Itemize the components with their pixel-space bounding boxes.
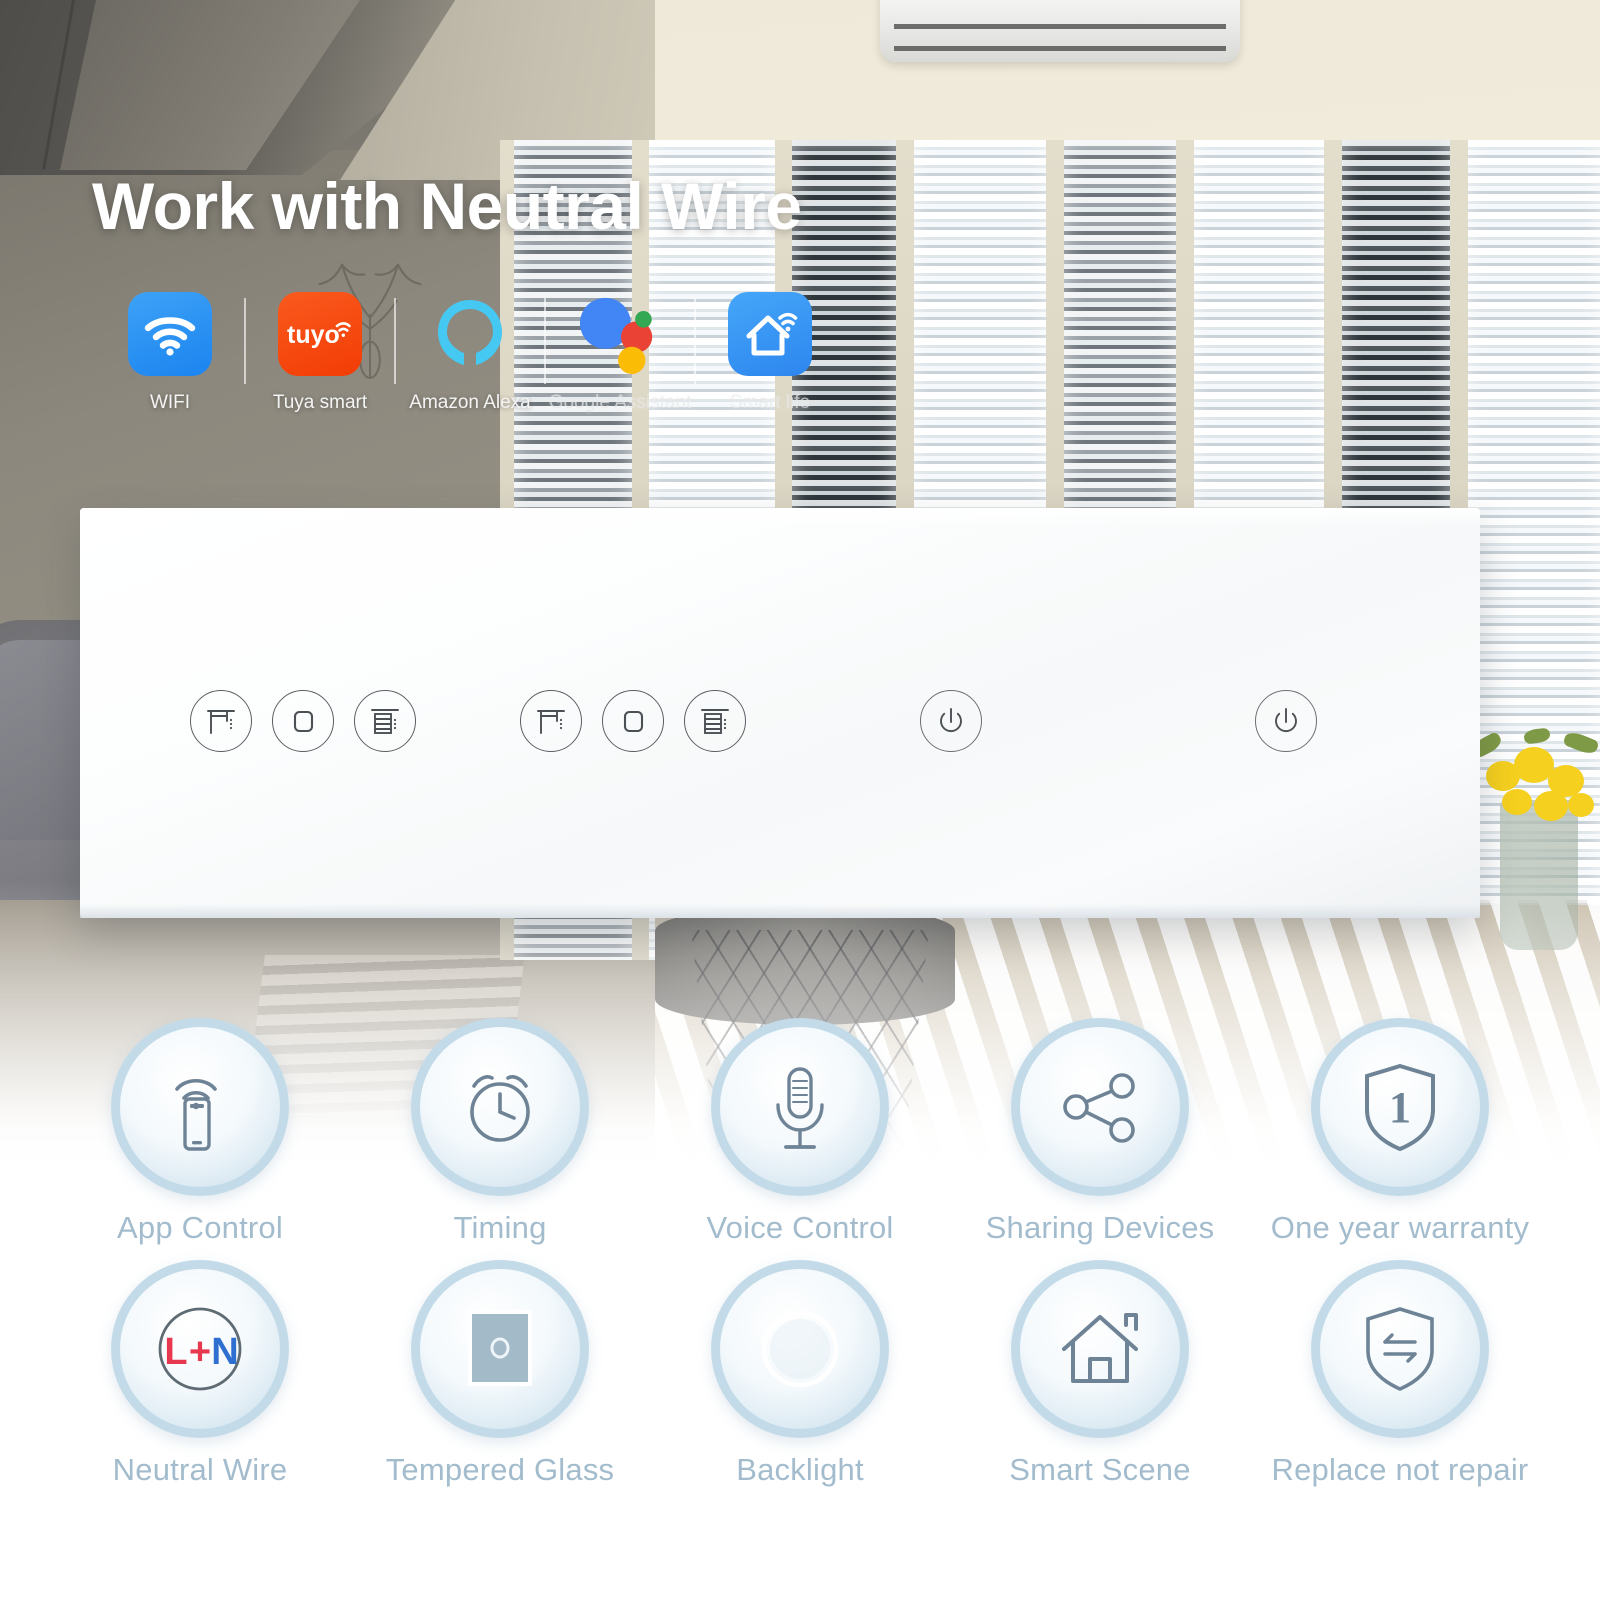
yellow-flowers (1468, 727, 1600, 840)
feature-row-1: App Control Timing Voice Control Sharing… (0, 1018, 1600, 1246)
plus-sign: + (189, 1331, 211, 1373)
shield-one-icon: 1 (1311, 1018, 1489, 1196)
feature-neutral-wire: L + N Neutral Wire (50, 1260, 350, 1488)
badge-label: Google Assistant (548, 392, 692, 413)
curtain-stop-icon[interactable] (272, 690, 334, 752)
badge-label: Amazon Alexa (409, 392, 531, 413)
live-letter: L (164, 1331, 187, 1373)
feature-backlight: Backlight (650, 1260, 950, 1488)
feature-timing: Timing (350, 1018, 650, 1246)
curtain-close-icon[interactable] (354, 690, 416, 752)
feature-label: Voice Control (706, 1210, 894, 1245)
feature-grid: App Control Timing Voice Control Sharing… (0, 1018, 1600, 1488)
feature-smart-scene: Smart Scene (950, 1260, 1250, 1488)
glass-panel-icon (411, 1260, 589, 1438)
feature-tempered-glass: Tempered Glass (350, 1260, 650, 1488)
feature-label: Sharing Devices (985, 1210, 1215, 1245)
badge-label: Smart life (729, 392, 811, 413)
alexa-ring-icon (438, 300, 502, 365)
wifi-icon-wrap (128, 292, 212, 376)
power-icon[interactable] (1255, 690, 1317, 752)
feature-label: Timing (453, 1210, 547, 1245)
feature-label: Neutral Wire (112, 1452, 288, 1487)
badge-wifi: WIFI (96, 292, 244, 414)
alexa-ring-icon-wrap (428, 292, 512, 376)
feature-label: App Control (117, 1210, 283, 1245)
tuya-logo-icon: tuyo (278, 292, 362, 376)
google-assistant-dots-icon (579, 297, 653, 375)
feature-voice-control: Voice Control (650, 1018, 950, 1246)
l-plus-n-icon: L + N (111, 1260, 289, 1438)
product-marketing-image: Work with Neutral Wire WIFI tuyo Tuya sm… (0, 0, 1600, 1600)
phone-signal-icon (111, 1018, 289, 1196)
backlight-ring-icon (711, 1260, 889, 1438)
compatibility-badges: WIFI tuyo Tuya smart Amazon Alexa Google… (96, 292, 844, 414)
badge-google-assistant: Google Assistant (546, 292, 694, 414)
shield-swap-icon (1311, 1260, 1489, 1438)
switch-group-1 (920, 690, 982, 752)
smart-switch-panel (80, 508, 1480, 918)
feature-label: Smart Scene (1009, 1452, 1191, 1487)
feature-label: Replace not repair (1271, 1452, 1529, 1487)
feature-one-year-warranty: 1 One year warranty (1250, 1018, 1550, 1246)
badge-label: WIFI (149, 392, 191, 413)
share-nodes-icon (1011, 1018, 1189, 1196)
curtain-open-icon[interactable] (520, 690, 582, 752)
feature-row-2: L + N Neutral Wire Tempered Glass Backli… (0, 1260, 1600, 1488)
microphone-icon (711, 1018, 889, 1196)
warranty-number: 1 (1389, 1083, 1411, 1132)
curtain-close-icon[interactable] (684, 690, 746, 752)
alarm-clock-icon (411, 1018, 589, 1196)
neutral-letter: N (211, 1331, 238, 1373)
power-icon[interactable] (920, 690, 982, 752)
tuya-logo-icon-wrap: tuyo (278, 292, 362, 376)
air-conditioner-unit (880, 0, 1240, 62)
curtain-group-2 (520, 690, 746, 752)
badge-smart-life: Smart life (696, 292, 844, 414)
badge-tuya: tuyo Tuya smart (246, 292, 394, 414)
curtain-open-icon[interactable] (190, 690, 252, 752)
smart-life-house-icon-wrap (728, 292, 812, 376)
feature-sharing-devices: Sharing Devices (950, 1018, 1250, 1246)
curtain-stop-icon[interactable] (602, 690, 664, 752)
smart-life-house-icon (728, 292, 812, 376)
google-assistant-dots-icon-wrap (578, 292, 662, 376)
svg-text:tuyo: tuyo (287, 321, 340, 349)
home-icon (1011, 1260, 1189, 1438)
wifi-icon (128, 292, 212, 376)
feature-label: One year warranty (1270, 1210, 1530, 1245)
page-title: Work with Neutral Wire (92, 169, 802, 243)
switch-group-2 (1255, 690, 1317, 752)
badge-label: Tuya smart (272, 392, 368, 413)
feature-label: Tempered Glass (385, 1452, 615, 1487)
feature-label: Backlight (736, 1452, 864, 1487)
badge-alexa: Amazon Alexa (396, 292, 544, 414)
curtain-group-1 (190, 690, 416, 752)
feature-app-control: App Control (50, 1018, 350, 1246)
feature-replace-not-repair: Replace not repair (1250, 1260, 1550, 1488)
